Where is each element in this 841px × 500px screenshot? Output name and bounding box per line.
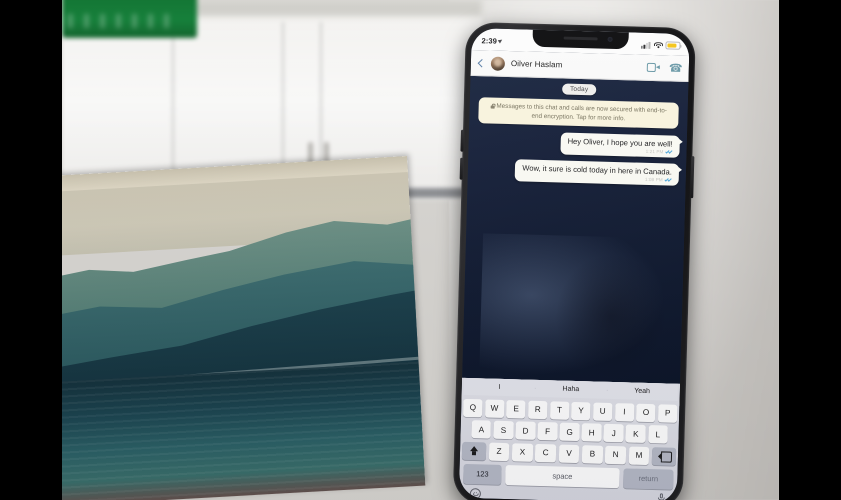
key-k[interactable]: K xyxy=(625,424,646,443)
display-notch xyxy=(532,29,629,50)
message-meta: 1:21 PM xyxy=(646,149,674,156)
keyboard-row-1: Q W E R T Y U I O P xyxy=(463,398,678,423)
read-receipt-icon xyxy=(665,149,673,156)
key-i[interactable]: I xyxy=(614,402,635,422)
message-list[interactable]: Today Messages to this chat and calls ar… xyxy=(462,75,689,384)
key-r[interactable]: R xyxy=(527,400,548,419)
message-text: Wow, it sure is cold today in here in Ca… xyxy=(522,163,673,177)
cellular-bars-icon xyxy=(641,41,651,49)
key-h[interactable]: H xyxy=(581,423,602,442)
key-x[interactable]: X xyxy=(511,442,533,462)
emoji-icon[interactable] xyxy=(469,487,482,499)
earpiece-speaker xyxy=(563,36,598,41)
landscape-canvas-art xyxy=(62,155,426,500)
front-camera xyxy=(607,36,613,42)
key-e[interactable]: E xyxy=(506,399,526,419)
status-bar-time-group: 2:39 xyxy=(481,35,504,46)
phone-handset-icon[interactable]: ☎ xyxy=(669,62,683,74)
key-z[interactable]: Z xyxy=(488,442,510,461)
key-c[interactable]: C xyxy=(535,443,557,462)
keyboard-row-3: Z X C V B N M xyxy=(461,441,677,466)
key-d[interactable]: D xyxy=(515,421,536,440)
location-arrow-icon xyxy=(498,38,504,44)
header-actions: ☎ xyxy=(646,61,683,74)
read-receipt-icon xyxy=(664,177,673,183)
numbers-key[interactable]: 123 xyxy=(463,463,502,485)
on-screen-keyboard: I Haha Yeah Q W E R T Y U I O P A S D F … xyxy=(458,377,681,500)
encryption-notice-text: Messages to this chat and calls are now … xyxy=(496,102,667,123)
wifi-icon xyxy=(653,41,663,49)
message-bubble-outgoing[interactable]: Wow, it sure is cold today in here in Ca… xyxy=(514,159,680,186)
key-l[interactable]: L xyxy=(647,425,668,444)
prediction-3[interactable]: Yeah xyxy=(606,387,677,396)
key-u[interactable]: U xyxy=(592,401,613,421)
message-time: 1:21 PM xyxy=(645,149,664,155)
shift-icon xyxy=(469,446,478,455)
phone-screen: 2:39 Oilver Haslam ☎ Today Messages to t… xyxy=(458,27,690,500)
message-meta: 1:08 PM xyxy=(645,177,673,184)
letterbox-right xyxy=(779,0,841,500)
photo-scene: 2:39 Oilver Haslam ☎ Today Messages to t… xyxy=(62,0,779,500)
screen-glare xyxy=(479,233,685,384)
volume-up-button[interactable] xyxy=(460,129,465,152)
art-lake-reflection xyxy=(62,361,426,500)
key-f[interactable]: F xyxy=(537,421,558,441)
key-g[interactable]: G xyxy=(559,422,580,442)
dictation-microphone-icon[interactable] xyxy=(658,492,666,500)
art-lake xyxy=(62,361,426,500)
encryption-notice[interactable]: Messages to this chat and calls are now … xyxy=(478,97,679,130)
smartphone: 2:39 Oilver Haslam ☎ Today Messages to t… xyxy=(452,21,696,500)
screen-shadow xyxy=(549,247,673,384)
key-v[interactable]: V xyxy=(558,444,580,463)
message-time: 1:08 PM xyxy=(644,176,663,183)
backspace-key[interactable] xyxy=(651,446,677,466)
screenshot-stage: 2:39 Oilver Haslam ☎ Today Messages to t… xyxy=(0,0,841,500)
key-n[interactable]: N xyxy=(605,445,627,464)
battery-low-power-icon xyxy=(665,41,681,50)
letterbox-left xyxy=(0,0,62,500)
status-bar-indicators xyxy=(641,41,681,50)
date-divider: Today xyxy=(561,83,597,96)
key-j[interactable]: J xyxy=(603,423,624,443)
key-q[interactable]: Q xyxy=(463,398,483,417)
message-row: Hey Oliver, I hope you are well! 1:21 PM xyxy=(475,130,680,158)
back-chevron-icon[interactable] xyxy=(477,58,487,67)
lock-icon xyxy=(490,104,494,109)
key-y[interactable]: Y xyxy=(571,401,591,420)
chat-contact-name[interactable]: Oilver Haslam xyxy=(511,59,647,72)
return-key[interactable]: return xyxy=(623,467,674,490)
key-p[interactable]: P xyxy=(657,403,678,423)
key-o[interactable]: O xyxy=(636,403,656,422)
key-m[interactable]: M xyxy=(628,446,650,465)
space-key[interactable]: space xyxy=(505,464,620,488)
key-s[interactable]: S xyxy=(493,420,514,440)
video-camera-icon[interactable] xyxy=(646,62,660,73)
prediction-2[interactable]: Haha xyxy=(535,385,606,394)
message-bubble-outgoing[interactable]: Hey Oliver, I hope you are well! 1:21 PM xyxy=(560,132,680,158)
green-box-pattern xyxy=(68,14,178,28)
cabinet-seam xyxy=(282,22,284,182)
cabinet-seam xyxy=(172,22,174,182)
prediction-1[interactable]: I xyxy=(464,383,535,392)
keyboard-row-2: A S D F G H J K L xyxy=(462,420,676,444)
shift-key[interactable] xyxy=(461,441,487,461)
volume-down-button[interactable] xyxy=(459,157,464,180)
message-text: Hey Oliver, I hope you are well! xyxy=(567,136,673,149)
key-w[interactable]: W xyxy=(484,398,505,418)
key-t[interactable]: T xyxy=(549,400,570,420)
avatar[interactable] xyxy=(490,56,506,71)
cabinet-seam xyxy=(320,22,322,182)
status-bar-time: 2:39 xyxy=(481,35,498,46)
green-box-object xyxy=(62,0,197,38)
message-row: Wow, it sure is cold today in here in Ca… xyxy=(475,158,680,186)
key-a[interactable]: A xyxy=(471,420,492,439)
backspace-icon xyxy=(658,451,670,460)
key-b[interactable]: B xyxy=(581,444,603,464)
